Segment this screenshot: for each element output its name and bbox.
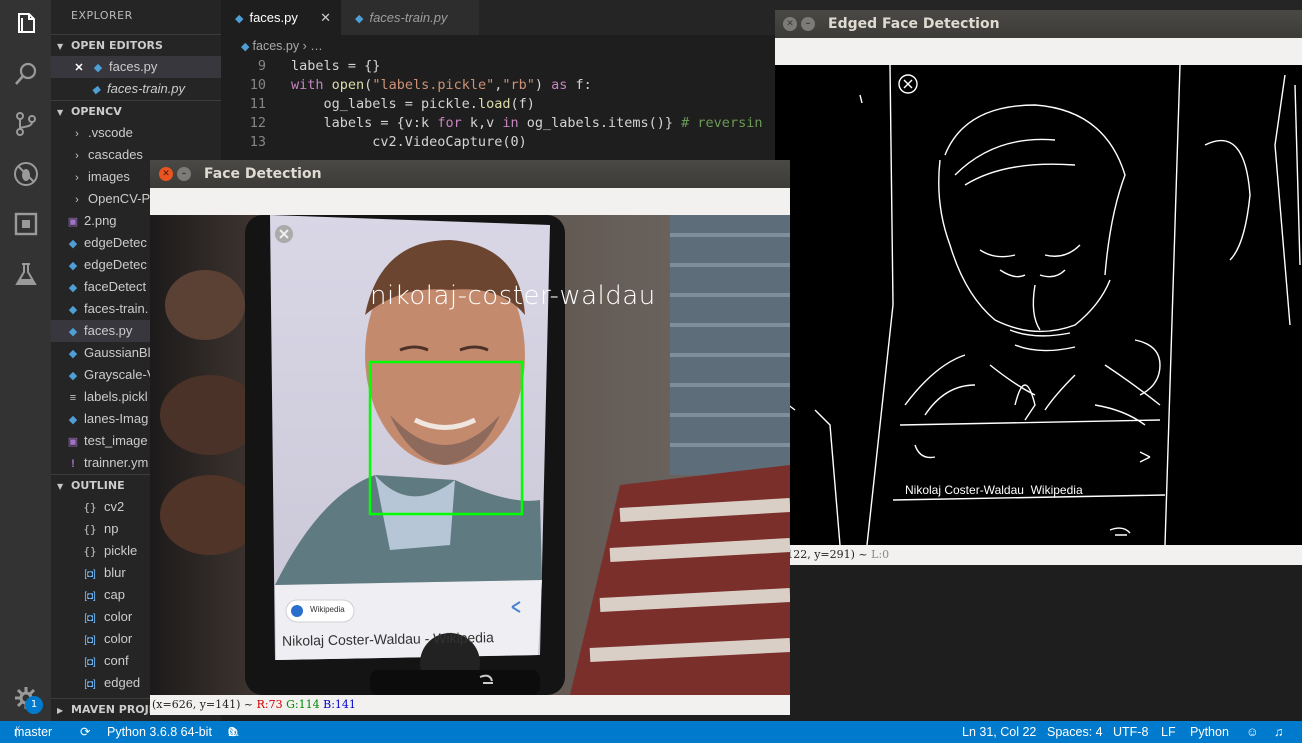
python-file-icon: ◆ bbox=[68, 282, 78, 294]
variable-icon: [◘] bbox=[84, 657, 96, 668]
code-line: 11 og_labels = pickle.load(f) bbox=[249, 96, 535, 112]
python-file-icon: ◆ bbox=[355, 13, 364, 25]
language-mode[interactable]: Python bbox=[1190, 721, 1229, 743]
open-editor-item[interactable]: ✕ ◆ faces.py bbox=[51, 56, 221, 78]
chevron-right-icon: › bbox=[75, 194, 79, 206]
card-source-label: Wikipedia bbox=[310, 605, 345, 614]
test-icon[interactable] bbox=[12, 260, 40, 288]
window-title: Face Detection bbox=[204, 166, 322, 182]
python-file-icon: ◆ bbox=[68, 414, 78, 426]
variable-icon: [◘] bbox=[84, 679, 96, 690]
window-minimize-button[interactable]: – bbox=[177, 167, 191, 181]
tab-faces-train-py[interactable]: ◆ faces-train.py bbox=[341, 0, 479, 35]
maven-header[interactable]: ▶ MAVEN PROJE bbox=[51, 698, 150, 720]
debug-icon[interactable] bbox=[12, 160, 40, 188]
window-toolbar bbox=[775, 38, 1302, 65]
status-bar: ᚴ master ⟳ Python 3.6.8 64-bit ⊗ 0 ⚠ 0 L… bbox=[0, 721, 1302, 743]
canny-edge-image: Nikolaj Coster-Waldau Wikipedia bbox=[775, 64, 1302, 546]
code-editor[interactable]: 9 labels = {} 10 with open("labels.pickle"… bbox=[221, 57, 781, 152]
window-statusbar: =122, y=291) ~ L:0 bbox=[775, 545, 1302, 565]
chevron-right-icon: ▶ bbox=[57, 706, 64, 715]
source-control-icon[interactable] bbox=[12, 110, 40, 138]
webcam-frame: Wikipedia Nikolaj Coster-Waldau - Wikipe… bbox=[150, 215, 790, 695]
breadcrumb: ◆ faces.py › … bbox=[241, 39, 323, 53]
window-titlebar[interactable]: ✕ – Face Detection bbox=[150, 160, 790, 188]
tab-faces-py[interactable]: ◆ faces.py ✕ bbox=[221, 0, 341, 35]
close-icon[interactable]: ✕ bbox=[71, 57, 87, 78]
open-editors-header[interactable]: ▼ OPEN EDITORS bbox=[51, 34, 221, 56]
activity-bar: 1 bbox=[0, 0, 51, 721]
window-minimize-button[interactable]: – bbox=[801, 17, 815, 31]
window-close-button[interactable]: ✕ bbox=[783, 17, 797, 31]
edged-face-detection-window[interactable]: ✕ – Edged Face Detection Nikolaj Coster-… bbox=[775, 10, 1302, 565]
window-close-button[interactable]: ✕ bbox=[159, 167, 173, 181]
window-statusbar: (x=626, y=141) ~ R:73 G:114 B:141 bbox=[150, 695, 790, 715]
code-line: 10 with open("labels.pickle","rb") as f: bbox=[249, 77, 592, 93]
python-file-icon: ◆ bbox=[241, 41, 253, 53]
python-file-icon: ◆ bbox=[68, 326, 78, 338]
close-icon[interactable]: ✕ bbox=[320, 0, 331, 35]
python-file-icon: ◆ bbox=[68, 370, 78, 382]
variable-icon: [◘] bbox=[84, 635, 96, 646]
encoding[interactable]: UTF-8 bbox=[1113, 721, 1148, 743]
search-icon[interactable] bbox=[12, 60, 40, 88]
variable-icon: [◘] bbox=[84, 613, 96, 624]
canny-caption: Nikolaj Coster-Waldau Wikipedia bbox=[905, 483, 1083, 497]
chevron-down-icon: ▼ bbox=[57, 482, 64, 491]
recognized-name-label: nikolaj-coster-waldau bbox=[370, 281, 656, 311]
variable-icon: [◘] bbox=[84, 591, 96, 602]
breadcrumb-file[interactable]: faces.py bbox=[253, 39, 300, 53]
chevron-down-icon: ▼ bbox=[57, 108, 64, 117]
project-header[interactable]: ▼ OPENCV bbox=[51, 100, 221, 122]
chevron-down-icon: ▼ bbox=[57, 42, 64, 51]
feedback-smiley-icon[interactable]: ☺ bbox=[1246, 721, 1259, 743]
python-file-icon: ◆ bbox=[68, 304, 78, 316]
sidebar-title: EXPLORER bbox=[71, 9, 133, 22]
code-line: 12 labels = {v:k for k,v in og_labels.it… bbox=[249, 115, 763, 131]
code-line: 13 cv2.VideoCapture(0) bbox=[249, 134, 527, 150]
cursor-position[interactable]: Ln 31, Col 22 bbox=[962, 721, 1036, 743]
window-toolbar bbox=[150, 188, 790, 215]
python-file-icon: ◆ bbox=[68, 348, 78, 360]
files-icon[interactable] bbox=[12, 10, 40, 38]
face-detection-window[interactable]: ✕ – Face Detection Wikipedia Nikolaj Cos… bbox=[150, 160, 790, 715]
chevron-right-icon: › bbox=[75, 150, 79, 162]
open-editor-item[interactable]: ◆ faces-train.py bbox=[51, 78, 221, 100]
module-icon: {} bbox=[83, 501, 97, 514]
folder-item[interactable]: › .vscode bbox=[51, 122, 221, 144]
python-file-icon: ◆ bbox=[93, 62, 103, 74]
module-icon: {} bbox=[83, 545, 97, 558]
indentation[interactable]: Spaces: 4 bbox=[1047, 721, 1103, 743]
notifications-bell-icon[interactable]: ♫ bbox=[1274, 721, 1283, 743]
python-file-icon: ◆ bbox=[68, 238, 78, 250]
sync-icon[interactable]: ⟳ bbox=[80, 721, 90, 743]
code-line: 9 labels = {} bbox=[257, 58, 381, 74]
python-file-icon: ◆ bbox=[235, 13, 244, 25]
line-ending[interactable]: LF bbox=[1161, 721, 1176, 743]
image-file-icon: ▣ bbox=[67, 216, 79, 228]
python-file-icon: ◆ bbox=[68, 260, 78, 272]
file-icon: ≡ bbox=[69, 392, 77, 404]
chevron-right-icon: › bbox=[75, 128, 79, 140]
settings-badge: 1 bbox=[25, 696, 43, 714]
window-titlebar[interactable]: ✕ – Edged Face Detection bbox=[775, 10, 1302, 38]
python-file-icon: ◆ bbox=[91, 84, 101, 96]
image-file-icon: ▣ bbox=[67, 436, 79, 448]
yaml-file-icon: ! bbox=[71, 458, 75, 470]
python-interpreter[interactable]: Python 3.6.8 64-bit bbox=[107, 721, 212, 743]
window-title: Edged Face Detection bbox=[828, 16, 1000, 32]
extensions-icon[interactable] bbox=[12, 210, 40, 238]
variable-icon: [◘] bbox=[84, 569, 96, 580]
chevron-right-icon: › bbox=[75, 172, 79, 184]
module-icon: {} bbox=[83, 523, 97, 536]
